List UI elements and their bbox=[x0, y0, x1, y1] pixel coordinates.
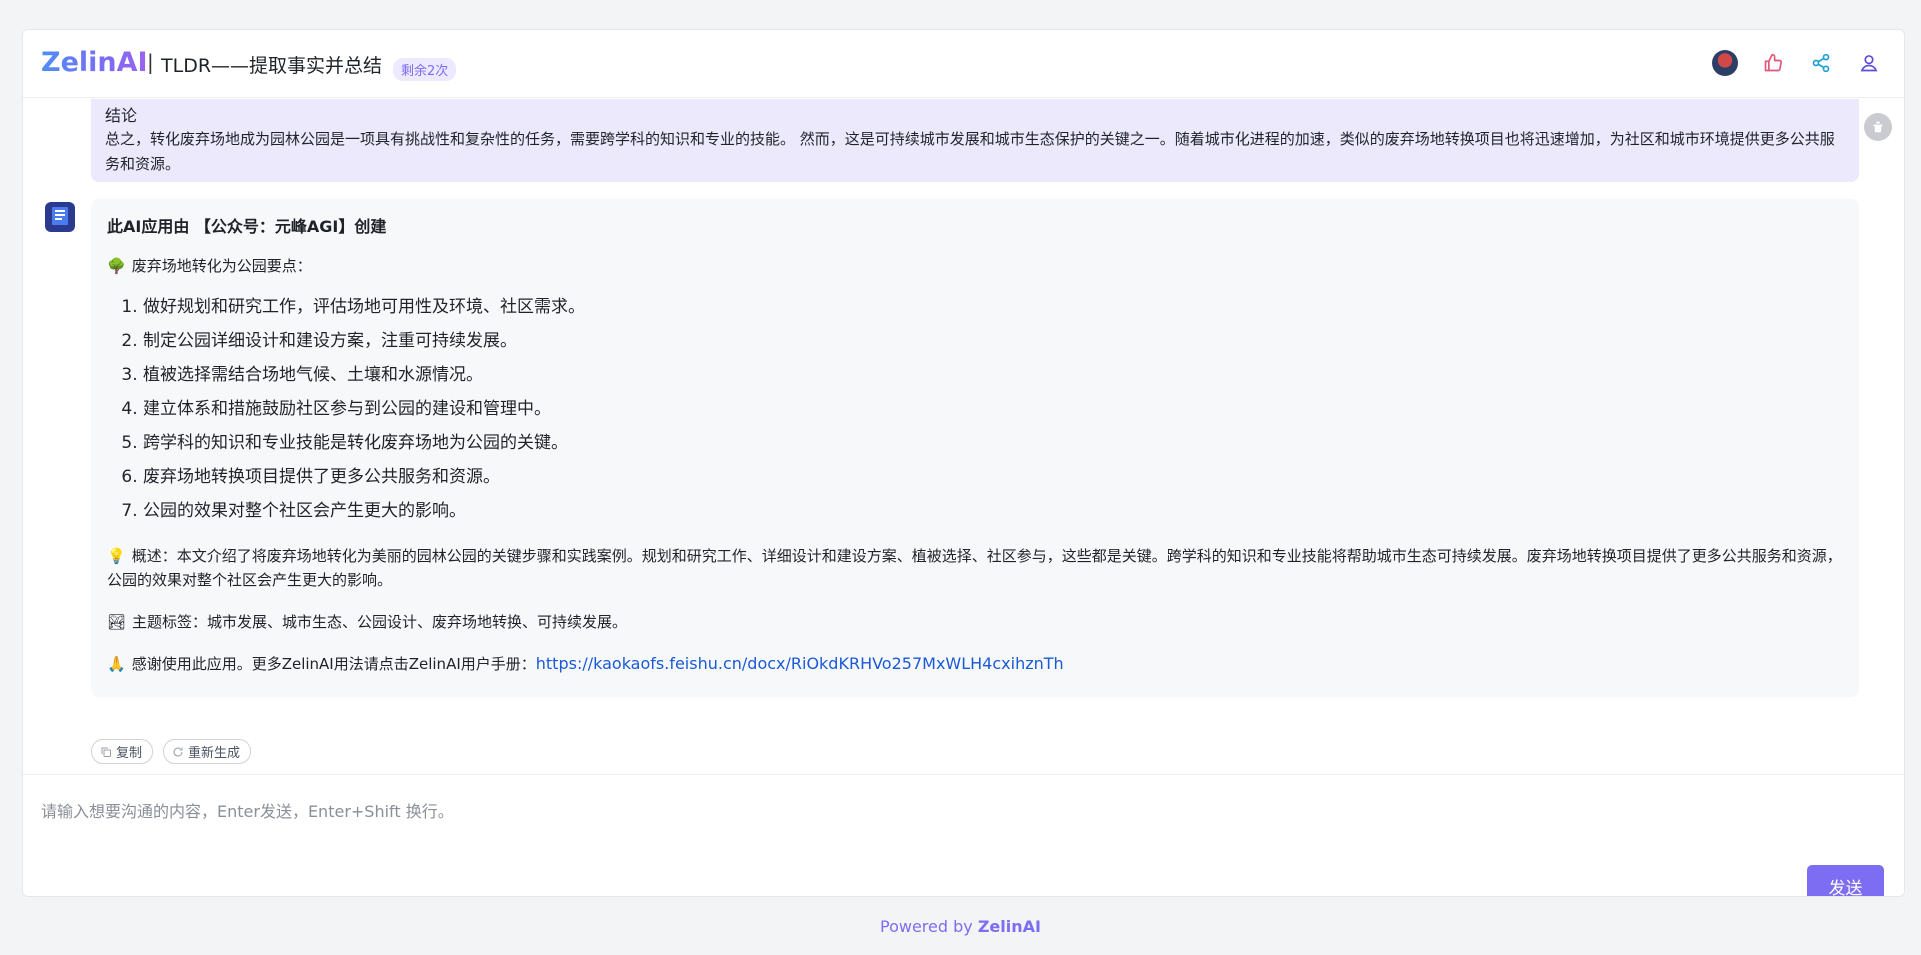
app-frame: ZelinAI | TLDR——提取事实并总结 剩余2次 结论 总之，转化废弃场… bbox=[22, 29, 1905, 897]
list-item: 制定公园详细设计和建设方案，注重可持续发展。 bbox=[143, 324, 1843, 358]
page-title: TLDR——提取事实并总结 bbox=[161, 55, 383, 77]
remaining-badge: 剩余2次 bbox=[393, 58, 457, 81]
clear-history-icon[interactable] bbox=[1864, 113, 1892, 141]
bot-reply: 此AI应用由 【公众号：元峰AGI】创建 🌳 废弃场地转化为公园要点： 做好规划和… bbox=[91, 199, 1859, 697]
header: ZelinAI | TLDR——提取事实并总结 剩余2次 bbox=[23, 30, 1904, 98]
list-item: 公园的效果对整个社区会产生更大的影响。 bbox=[143, 494, 1843, 528]
powered-by-label: Powered by bbox=[880, 917, 973, 936]
input-area: 发送 bbox=[23, 774, 1904, 896]
user-message: 结论 总之，转化废弃场地成为园林公园是一项具有挑战性和复杂性的任务，需要跨学科的… bbox=[91, 99, 1859, 182]
reply-heading: 此AI应用由 【公众号：元峰AGI】创建 bbox=[107, 217, 387, 236]
list-item: 建立体系和措施鼓励社区参与到公园的建设和管理中。 bbox=[143, 392, 1843, 426]
refresh-icon bbox=[173, 747, 183, 757]
send-button[interactable]: 发送 bbox=[1807, 865, 1884, 896]
copy-label: 复制 bbox=[116, 746, 143, 761]
user-avatar-icon[interactable] bbox=[1712, 50, 1738, 76]
points-title: 🌳 废弃场地转化为公园要点： bbox=[107, 254, 1843, 278]
copy-button[interactable]: 复制 bbox=[91, 739, 154, 764]
tags-text: 主题标签：城市发展、城市生态、公园设计、废弃场地转换、可持续发展。 bbox=[132, 613, 628, 631]
message-input[interactable] bbox=[41, 791, 1741, 831]
logo: ZelinAI bbox=[41, 47, 148, 78]
regenerate-button[interactable]: 重新生成 bbox=[163, 739, 252, 764]
landscape-icon: 🏞 bbox=[107, 613, 127, 631]
regenerate-label: 重新生成 bbox=[188, 746, 241, 761]
copy-icon bbox=[101, 747, 111, 757]
bot-avatar bbox=[45, 202, 75, 232]
footer-brand[interactable]: ZelinAI bbox=[978, 917, 1041, 936]
header-actions bbox=[1712, 50, 1882, 76]
user-icon[interactable] bbox=[1856, 50, 1882, 76]
share-icon[interactable] bbox=[1808, 50, 1834, 76]
thanks-text: 感谢使用此应用。更多ZelinAI用法请点击ZelinAI用户手册： bbox=[131, 655, 536, 673]
points-list: 做好规划和研究工作，评估场地可用性及环境、社区需求。 制定公园详细设计和建设方案… bbox=[107, 290, 1843, 528]
conclusion-heading: 结论 bbox=[105, 106, 138, 125]
list-item: 做好规划和研究工作，评估场地可用性及环境、社区需求。 bbox=[143, 290, 1843, 324]
list-item: 跨学科的知识和专业技能是转化废弃场地为公园的关键。 bbox=[143, 426, 1843, 460]
lightbulb-icon: 💡 bbox=[107, 547, 126, 565]
list-item: 废弃场地转换项目提供了更多公共服务和资源。 bbox=[143, 460, 1843, 494]
pray-icon: 🙏 bbox=[107, 655, 126, 673]
message-actions: 复制 重新生成 bbox=[91, 739, 252, 764]
tree-icon: 🌳 bbox=[107, 257, 126, 275]
manual-link[interactable]: https://kaokaofs.feishu.cn/docx/RiOkdKRH… bbox=[536, 654, 1064, 673]
thumbs-up-icon[interactable] bbox=[1760, 50, 1786, 76]
thanks-line: 🙏 感谢使用此应用。更多ZelinAI用法请点击ZelinAI用户手册：https… bbox=[107, 652, 1843, 676]
summary-text: 概述：本文介绍了将废弃场地转化为美丽的园林公园的关键步骤和实践案例。规划和研究工… bbox=[107, 547, 1842, 589]
points-title-text: 废弃场地转化为公园要点： bbox=[131, 257, 312, 275]
conclusion-text: 总之，转化废弃场地成为园林公园是一项具有挑战性和复杂性的任务，需要跨学科的知识和… bbox=[105, 130, 1835, 173]
chat-area[interactable]: 结论 总之，转化废弃场地成为园林公园是一项具有挑战性和复杂性的任务，需要跨学科的… bbox=[23, 99, 1904, 774]
list-item: 植被选择需结合场地气候、土壤和水源情况。 bbox=[143, 358, 1843, 392]
summary: 💡 概述：本文介绍了将废弃场地转化为美丽的园林公园的关键步骤和实践案例。规划和研究… bbox=[107, 544, 1843, 592]
footer: Powered by ZelinAI bbox=[0, 917, 1921, 936]
title-separator: | bbox=[147, 50, 154, 74]
topic-tags: 🏞 主题标签：城市发展、城市生态、公园设计、废弃场地转换、可持续发展。 bbox=[107, 610, 1843, 634]
